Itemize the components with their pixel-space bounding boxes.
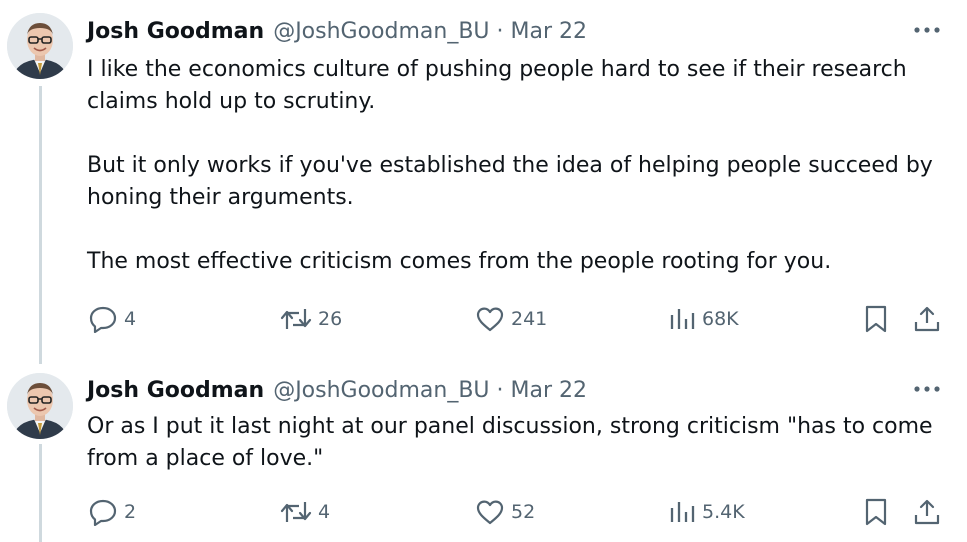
tweet-text: Or as I put it last night at our panel d… xyxy=(87,411,947,475)
tweet-paragraph: The most effective criticism comes from … xyxy=(87,249,832,274)
tweet[interactable]: Josh Goodman @JoshGoodman_BU · Mar 22 Or… xyxy=(0,360,967,542)
repost-button[interactable]: 26 xyxy=(280,302,342,336)
repost-button[interactable]: 4 xyxy=(280,495,330,529)
author-name[interactable]: Josh Goodman xyxy=(87,378,264,403)
share-button[interactable] xyxy=(912,302,942,336)
tweet-paragraph: But it only works if you've established … xyxy=(87,153,933,210)
view-count: 68K xyxy=(702,308,739,330)
tweet-header: Josh Goodman @JoshGoodman_BU · Mar 22 xyxy=(87,16,587,46)
tweet-paragraph: Or as I put it last night at our panel d… xyxy=(87,414,933,471)
views-button[interactable]: 5.4K xyxy=(668,495,745,529)
share-icon xyxy=(914,306,940,332)
analytics-icon xyxy=(670,502,695,522)
tweet-paragraph: I like the economics culture of pushing … xyxy=(87,57,907,114)
avatar-photo xyxy=(7,13,73,79)
reply-icon xyxy=(89,499,117,526)
view-count: 5.4K xyxy=(702,501,745,523)
more-horizontal-icon xyxy=(914,27,940,33)
author-name[interactable]: Josh Goodman xyxy=(87,19,264,44)
repost-icon xyxy=(280,309,312,329)
repost-count: 26 xyxy=(318,308,343,330)
bookmark-icon xyxy=(865,498,887,526)
author-handle[interactable]: @JoshGoodman_BU xyxy=(273,19,489,44)
tweet[interactable]: Josh Goodman @JoshGoodman_BU · Mar 22 I … xyxy=(0,0,967,360)
tweet-date[interactable]: Mar 22 xyxy=(511,378,588,403)
separator-dot: · xyxy=(496,18,504,44)
separator-dot: · xyxy=(496,377,504,403)
more-options-button[interactable] xyxy=(909,378,945,400)
avatar-photo xyxy=(7,373,73,439)
more-horizontal-icon xyxy=(914,386,940,392)
reply-button[interactable]: 4 xyxy=(88,302,136,336)
share-button[interactable] xyxy=(912,495,942,529)
bookmark-icon xyxy=(865,305,887,333)
avatar[interactable] xyxy=(7,373,73,439)
bookmark-button[interactable] xyxy=(862,302,890,336)
analytics-icon xyxy=(670,309,695,329)
action-bar: 2 4 52 5.4K xyxy=(0,495,967,529)
bookmark-button[interactable] xyxy=(862,495,890,529)
author-handle[interactable]: @JoshGoodman_BU xyxy=(273,378,489,403)
like-count: 52 xyxy=(511,501,536,523)
like-button[interactable]: 52 xyxy=(475,495,535,529)
like-count: 241 xyxy=(511,308,548,330)
reply-count: 2 xyxy=(124,501,137,523)
repost-icon xyxy=(280,502,312,522)
reply-count: 4 xyxy=(124,308,137,330)
avatar[interactable] xyxy=(7,13,73,79)
heart-icon xyxy=(476,307,504,332)
reply-button[interactable]: 2 xyxy=(88,495,136,529)
tweet-text: I like the economics culture of pushing … xyxy=(87,54,947,278)
heart-icon xyxy=(476,500,504,525)
views-button[interactable]: 68K xyxy=(668,302,739,336)
share-icon xyxy=(914,499,940,525)
tweet-header: Josh Goodman @JoshGoodman_BU · Mar 22 xyxy=(87,375,587,405)
reply-icon xyxy=(89,306,117,333)
tweet-date[interactable]: Mar 22 xyxy=(511,19,588,44)
action-bar: 4 26 241 68K xyxy=(0,302,967,336)
more-options-button[interactable] xyxy=(909,19,945,41)
repost-count: 4 xyxy=(318,501,331,523)
like-button[interactable]: 241 xyxy=(475,302,547,336)
